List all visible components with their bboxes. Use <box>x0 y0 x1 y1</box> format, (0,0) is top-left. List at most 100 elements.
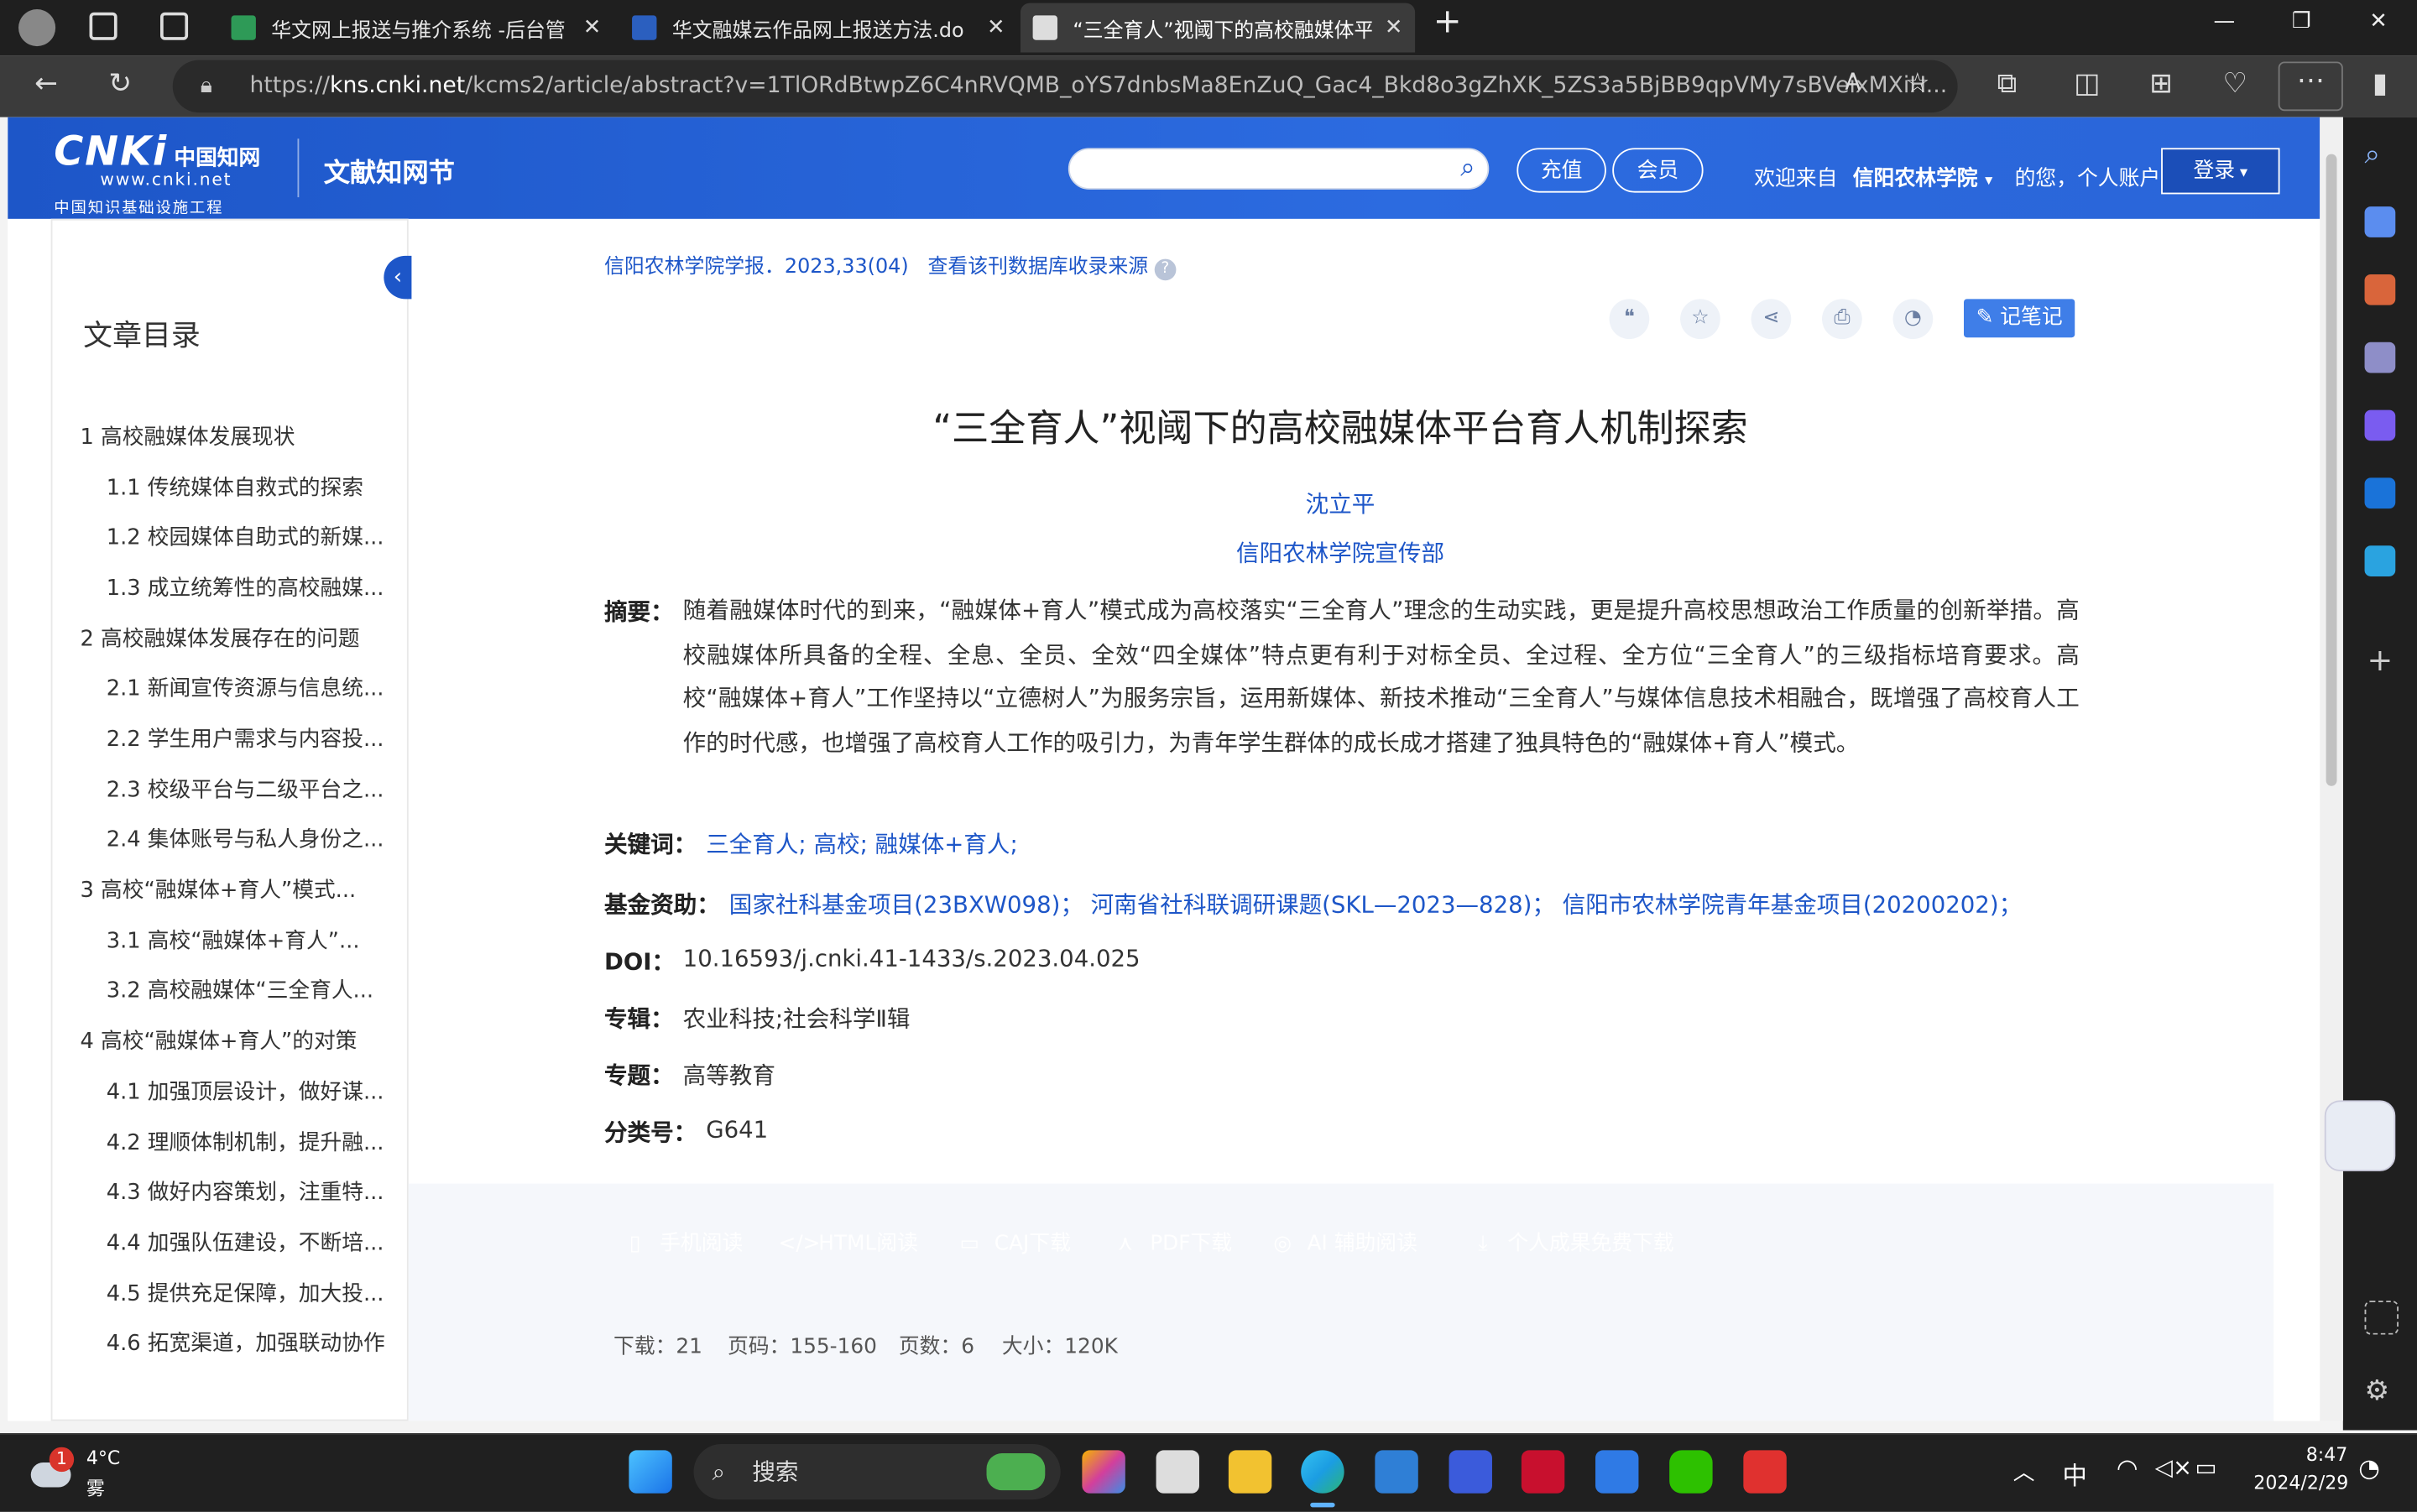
toc-item[interactable]: 4.1 加强顶层设计，做好谋... <box>107 1076 384 1107</box>
page-scrollbar[interactable] <box>2320 117 2343 1421</box>
toc-item[interactable]: 1 高校融媒体发展现状 <box>81 420 295 451</box>
cnki-logo[interactable]: CNKi 中国知网 www.cnki.net 中国知识基础设施工程 <box>54 129 260 217</box>
clock-time[interactable]: 8:47 <box>2306 1444 2348 1466</box>
member-button[interactable]: 会员 <box>1612 148 1704 193</box>
todo-check-icon[interactable] <box>1595 1450 1639 1494</box>
split-screen-icon[interactable]: ◫ <box>2069 68 2106 101</box>
screenshot-icon[interactable] <box>2364 1301 2399 1335</box>
battery-icon[interactable]: ▭ <box>2195 1453 2217 1481</box>
notification-bell-icon[interactable]: ◔ <box>2358 1453 2380 1483</box>
url-field[interactable]: 🔒︎ https://kns.cnki.net/kcms2/article/ab… <box>172 60 1958 113</box>
tab-actions-icon[interactable] <box>160 12 189 40</box>
start-windows-icon[interactable] <box>629 1450 672 1494</box>
toc-item[interactable]: 2 高校融媒体发展存在的问题 <box>81 623 360 654</box>
volume-muted-icon[interactable]: ◁× <box>2155 1453 2192 1481</box>
organization-link[interactable]: 信阳农林学院宣传部 <box>604 536 2076 569</box>
toc-item[interactable]: 4.6 拓宽渠道，加强联动协作 <box>107 1327 385 1358</box>
shopping-tag-icon[interactable] <box>2364 206 2396 237</box>
toc-item[interactable]: 2.2 学生用户需求与内容投... <box>107 722 384 753</box>
toc-item[interactable]: 3.2 高校融媒体“三全育人... <box>107 974 373 1005</box>
toc-item[interactable]: 4 高校“融媒体+育人”的对策 <box>81 1025 358 1056</box>
search-icon[interactable]: ⌕ <box>2365 138 2396 171</box>
caj-download-button[interactable]: ▭ CAJ下载 <box>939 1217 1085 1270</box>
performance-icon[interactable]: ♡ <box>2216 68 2253 101</box>
tab-1[interactable]: 华文网上报送与推介系统 -后台管 ✕ <box>219 3 613 53</box>
store-icon[interactable] <box>1375 1450 1418 1494</box>
fund-links[interactable]: 国家社科基金项目(23BXW098)； 河南省社科联调研课题(SKL—2023—… <box>729 888 2022 920</box>
tray-expand-icon[interactable]: ︿ <box>2013 1457 2035 1488</box>
profile-avatar[interactable] <box>18 9 56 47</box>
notify-bell-icon[interactable]: ◔ <box>1892 299 1934 340</box>
toc-item[interactable]: 4.3 做好内容策划，注重特... <box>107 1176 384 1207</box>
html-read-button[interactable]: </>HTML阅读 <box>763 1217 929 1270</box>
sidebar-toggle-icon[interactable]: ▮ <box>2362 68 2399 101</box>
toc-item[interactable]: 4.5 提供充足保障，加大投... <box>107 1278 384 1309</box>
copilot-app-icon[interactable] <box>1082 1450 1125 1494</box>
toc-item[interactable]: 2.1 新闻宣传资源与信息统... <box>107 672 384 703</box>
take-note-button[interactable]: ✎ 记笔记 <box>1964 299 2075 338</box>
collections-icon[interactable]: ⊞ <box>2143 68 2179 101</box>
favorite-star-icon[interactable]: ☆ <box>1899 68 1936 101</box>
tab-2[interactable]: 华文融媒云作品网上报送方法.do ✕ <box>619 3 1017 53</box>
tools-briefcase-icon[interactable] <box>2364 274 2396 305</box>
author-link[interactable]: 沈立平 <box>604 487 2076 519</box>
wps-icon[interactable] <box>1743 1450 1787 1494</box>
recharge-button[interactable]: 充值 <box>1516 148 1606 193</box>
weather-widget[interactable]: 1 4°C 雾 <box>28 1444 136 1503</box>
toc-item[interactable]: 2.3 校级平台与二级平台之... <box>107 774 384 805</box>
outlook-icon[interactable] <box>2364 477 2396 509</box>
toc-item[interactable]: 1.2 校园媒体自助式的新媒... <box>107 521 384 552</box>
print-icon[interactable]: ⎙ <box>1822 299 1862 340</box>
more-menu-icon[interactable]: ⋯ <box>2278 61 2343 112</box>
toc-item[interactable]: 3.1 高校“融媒体+育人”... <box>107 925 360 956</box>
toc-item[interactable]: 3 高校“融媒体+育人”模式... <box>81 873 357 905</box>
refresh-icon[interactable]: ↻ <box>102 68 138 101</box>
close-tab-icon[interactable]: ✕ <box>1385 15 1403 39</box>
file-explorer-icon[interactable] <box>1228 1450 1272 1494</box>
toc-item[interactable]: 1.1 传统媒体自救式的探索 <box>107 472 363 503</box>
site-name[interactable]: 文献知网节 <box>324 151 455 190</box>
tab-3-active[interactable]: “三全育人”视阈下的高校融媒体平 ✕ <box>1020 3 1416 53</box>
favorite-icon[interactable]: ☆ <box>1680 299 1720 340</box>
clock-date[interactable]: 2024/2/29 <box>2253 1472 2348 1494</box>
mcafee-icon[interactable] <box>1521 1450 1565 1494</box>
quote-icon[interactable]: ❝ <box>1609 299 1650 340</box>
toc-item[interactable]: 2.4 集体账号与私人身份之... <box>107 823 384 854</box>
edge-browser-icon[interactable] <box>1301 1450 1344 1494</box>
minimize-icon[interactable]: — <box>2201 9 2247 34</box>
mobile-read-button[interactable]: ▯ 手机阅读 <box>604 1217 754 1270</box>
help-icon[interactable]: ? <box>1154 258 1177 281</box>
taskbar-search[interactable]: ⌕ 搜索 <box>693 1444 1061 1500</box>
db-source-link[interactable]: 查看该刊数据库收录来源 <box>927 256 1148 279</box>
task-view-icon[interactable] <box>1156 1450 1199 1494</box>
close-window-icon[interactable]: ✕ <box>2356 9 2402 34</box>
toc-item[interactable]: 1.3 成立统筹性的高校融媒... <box>107 571 384 602</box>
add-app-icon[interactable]: + <box>2365 644 2396 675</box>
send-icon[interactable] <box>2364 545 2396 576</box>
floating-assistant-icon[interactable] <box>2324 1100 2396 1171</box>
free-download-button[interactable]: ⤓ 个人成果免费下载 <box>1452 1217 1678 1270</box>
new-tab-icon[interactable]: + <box>1424 3 1470 42</box>
read-aloud-icon[interactable]: A <box>1835 68 1871 96</box>
search-input[interactable]: ⌕ <box>1068 148 1490 190</box>
wechat-icon[interactable] <box>1669 1450 1713 1494</box>
scrollbar-thumb[interactable] <box>2326 154 2337 786</box>
close-tab-icon[interactable]: ✕ <box>583 15 602 39</box>
keywords-links[interactable]: 三全育人; 高校; 融媒体+育人; <box>706 827 1018 860</box>
ime-indicator[interactable]: 中 <box>2063 1455 2087 1492</box>
games-icon[interactable] <box>2364 342 2396 373</box>
journal-link[interactable]: 信阳农林学院学报．2023,33(04) <box>604 256 909 279</box>
ai-read-button[interactable]: ◎ AI 辅助阅读 <box>1251 1217 1443 1270</box>
extensions-icon[interactable]: ⧉ <box>1988 68 2025 101</box>
close-tab-icon[interactable]: ✕ <box>987 15 1005 39</box>
toc-item[interactable]: 4.2 理顺体制机制，提升融... <box>107 1127 384 1158</box>
login-button[interactable]: 登录 ▾ <box>2161 148 2280 195</box>
wifi-icon[interactable]: ◠ <box>2117 1453 2138 1483</box>
search-icon[interactable]: ⌕ <box>1460 153 1475 184</box>
copilot-icon[interactable] <box>2364 409 2396 441</box>
settings-gear-icon[interactable]: ⚙ <box>2365 1374 2396 1407</box>
pdf-download-button[interactable]: ⋏ PDF下载 <box>1094 1217 1242 1270</box>
pen-app-icon[interactable] <box>1449 1450 1492 1494</box>
workspaces-icon[interactable] <box>89 12 117 40</box>
institution-link[interactable]: 信阳农林学院 ▾ <box>1853 160 1993 190</box>
